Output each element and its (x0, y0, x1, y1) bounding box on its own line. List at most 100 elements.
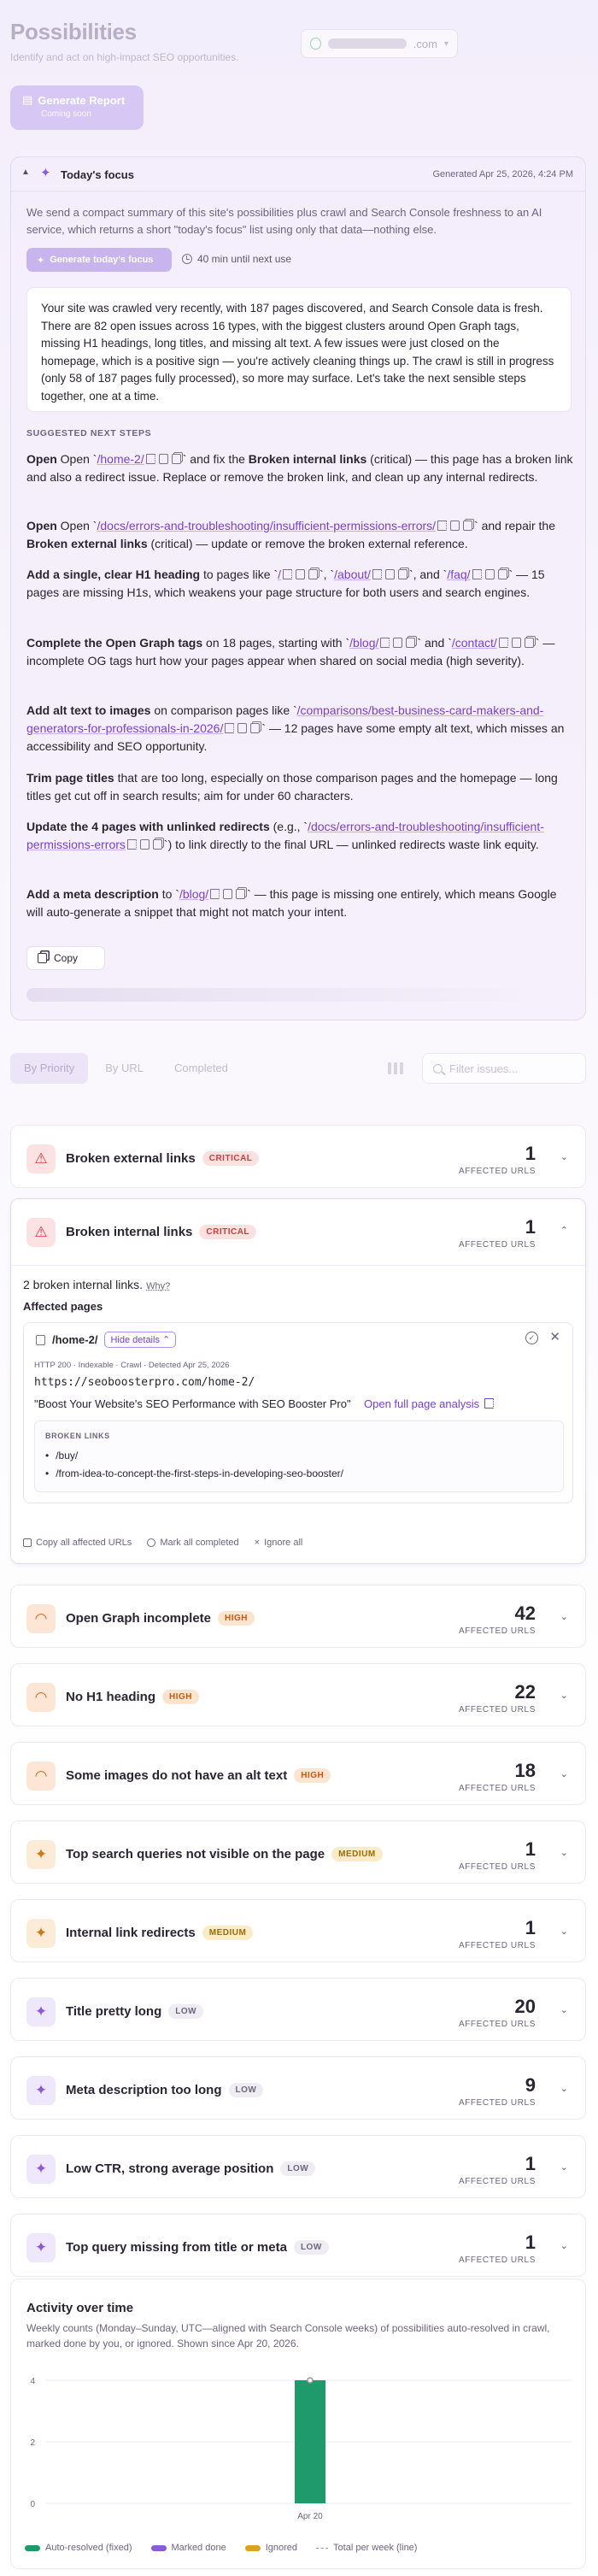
x-icon: × (254, 1538, 261, 1548)
copy-icon[interactable] (524, 638, 534, 648)
page-icon[interactable] (393, 638, 403, 648)
copy-icon[interactable] (497, 569, 507, 579)
external-link-icon[interactable] (472, 569, 482, 579)
copy-icon[interactable] (463, 520, 473, 531)
copy-icon[interactable] (236, 889, 246, 899)
issue-row[interactable]: ✦ Top query missing from title or meta LOW… (10, 2214, 586, 2277)
focus-header[interactable]: ▲ ✦ Today's focus Generated Apr 25, 2026… (11, 157, 585, 191)
copy-button[interactable]: Copy (26, 946, 105, 970)
external-link-icon[interactable] (372, 569, 382, 579)
domain-selector[interactable]: .com ▾ (301, 29, 458, 58)
chevron-down-icon[interactable]: ⌄ (560, 2161, 568, 2173)
copy-icon[interactable] (250, 723, 261, 733)
chevron-down-icon[interactable]: ⌄ (560, 1926, 568, 1937)
legend-item[interactable]: Total per week (line) (316, 2543, 417, 2553)
step-link[interactable]: /blog/ (349, 636, 378, 650)
affected-label: AFFECTED URLS (458, 1240, 536, 1250)
affected-label: AFFECTED URLS (458, 2177, 536, 2186)
external-link-icon[interactable] (225, 723, 235, 733)
chevron-up-icon[interactable]: ▲ (21, 168, 30, 177)
tab-completed[interactable]: Completed (161, 1053, 242, 1084)
tab-by-priority[interactable]: By Priority (10, 1053, 89, 1084)
ignore-all-button[interactable]: × Ignore all (255, 1538, 303, 1548)
chevron-up-icon[interactable]: ⌃ (560, 1225, 568, 1236)
affected-label: AFFECTED URLS (458, 1784, 536, 1793)
page-icon[interactable] (511, 638, 521, 648)
step-item: Trim page titles that are too long, espe… (26, 771, 558, 803)
issue-row[interactable]: ◠ No H1 heading HIGH 22 AFFECTED URLS ⌄ (10, 1663, 586, 1726)
generate-focus-button[interactable]: ✦ Generate today's focus (26, 248, 172, 272)
page-subtitle: Identify and act on high-impact SEO oppo… (10, 51, 239, 63)
issue-row[interactable]: ✦ Internal link redirects MEDIUM 1 AFFECTED … (10, 1899, 586, 1962)
sparkle-icon: ✦ (26, 1997, 56, 2026)
external-link-icon[interactable] (283, 569, 293, 579)
step-link[interactable]: /blog/ (179, 887, 208, 901)
issue-row[interactable]: ◠ Some images do not have an alt text HIGH… (10, 1742, 586, 1805)
generate-report-button[interactable]: ▤ Generate Report Coming soon (10, 85, 144, 130)
chart-legend: Auto-resolved (fixed) Marked done Ignore… (25, 2543, 417, 2553)
chevron-down-icon[interactable]: ⌄ (560, 1611, 568, 1622)
tab-by-url[interactable]: By URL (91, 1053, 157, 1084)
page-icon[interactable] (484, 569, 495, 579)
page-icon[interactable] (450, 520, 460, 531)
affected-count: 42 (514, 1603, 536, 1624)
page-icon[interactable] (223, 889, 233, 899)
severity-badge: HIGH (162, 1690, 200, 1704)
page-icon[interactable] (139, 839, 150, 850)
issue-row[interactable]: ✦ Title pretty long LOW 20 AFFECTED URLS ⌄ (10, 1978, 586, 2041)
severity-badge: MEDIUM (202, 1926, 254, 1940)
expanded-issue-header[interactable]: ⚠ Broken internal links CRITICAL 1 AFFECT… (11, 1199, 585, 1266)
step-link[interactable]: /about/ (334, 568, 371, 581)
step-link[interactable]: / (278, 568, 281, 581)
copy-icon[interactable] (171, 454, 181, 464)
external-link-icon[interactable] (437, 520, 448, 531)
copy-icon[interactable] (308, 569, 319, 579)
chevron-down-icon[interactable]: ⌄ (560, 2240, 568, 2251)
todays-focus-card: ▲ ✦ Today's focus Generated Apr 25, 2026… (10, 156, 586, 1020)
why-link[interactable]: Why? (146, 1281, 170, 1291)
external-link-icon[interactable] (210, 889, 220, 899)
chevron-down-icon[interactable]: ⌄ (560, 1768, 568, 1779)
mark-done-icon[interactable]: ✓ (525, 1332, 538, 1344)
external-link-icon[interactable] (380, 638, 390, 648)
page-row: /home-2/ Hide details ⌃ (34, 1332, 177, 1348)
full-analysis-link[interactable]: Open full page analysis (364, 1397, 495, 1410)
issue-row[interactable]: ✦ Top search queries not visible on the p… (10, 1820, 586, 1884)
copy-icon[interactable] (406, 638, 416, 648)
filter-input[interactable]: Filter issues... (422, 1053, 586, 1084)
issue-row[interactable]: ✦ Low CTR, strong average position LOW 1 AFF… (10, 2135, 586, 2198)
issue-name: Top search queries not visible on the pa… (66, 1847, 383, 1861)
mark-all-button[interactable]: Mark all completed (147, 1538, 239, 1548)
step-link[interactable]: /contact/ (452, 636, 497, 650)
legend-item[interactable]: Marked done (150, 2543, 226, 2553)
chevron-down-icon[interactable]: ⌄ (560, 2083, 568, 2094)
close-icon[interactable]: ✕ (549, 1329, 560, 1344)
kanban-icon[interactable] (388, 1062, 403, 1074)
chevron-down-icon[interactable]: ⌄ (560, 2004, 568, 2015)
legend-item[interactable]: Auto-resolved (fixed) (25, 2543, 132, 2553)
copy-icon[interactable] (152, 839, 162, 850)
chevron-down-icon[interactable]: ⌄ (560, 1847, 568, 1858)
chevron-down-icon[interactable]: ⌄ (560, 1690, 568, 1701)
chevron-down-icon[interactable]: ⌄ (560, 1151, 568, 1162)
step-link[interactable]: /docs/errors-and-troubleshooting/insuffi… (97, 519, 436, 532)
step-link[interactable]: /home-2/ (97, 452, 144, 466)
copy-icon[interactable] (397, 569, 407, 579)
external-link-icon[interactable] (126, 839, 137, 850)
legend-item[interactable]: Ignored (244, 2543, 297, 2553)
issue-name: Broken external links CRITICAL (66, 1151, 260, 1166)
issue-row[interactable]: ◠ Open Graph incomplete HIGH 42 AFFECTED URL… (10, 1585, 586, 1648)
issue-row[interactable]: ✦ Meta description too long LOW 9 AFFECTED U… (10, 2056, 586, 2120)
x-tick-label: Apr 20 (297, 2512, 323, 2521)
page-icon[interactable] (296, 569, 306, 579)
hide-details-button[interactable]: Hide details ⌃ (104, 1332, 177, 1348)
external-link-icon[interactable] (498, 638, 508, 648)
step-link[interactable]: /faq/ (447, 568, 470, 581)
page-icon[interactable] (237, 723, 248, 733)
external-link-icon[interactable] (145, 454, 155, 464)
issue-row[interactable]: ⚠ Broken external links CRITICAL 1 AFFECTED … (10, 1125, 586, 1188)
page-icon[interactable] (384, 569, 395, 579)
page-icon[interactable] (158, 454, 168, 464)
copy-all-button[interactable]: Copy all affected URLs (23, 1538, 132, 1548)
issue-name: Top query missing from title or meta LOW (66, 2240, 329, 2255)
